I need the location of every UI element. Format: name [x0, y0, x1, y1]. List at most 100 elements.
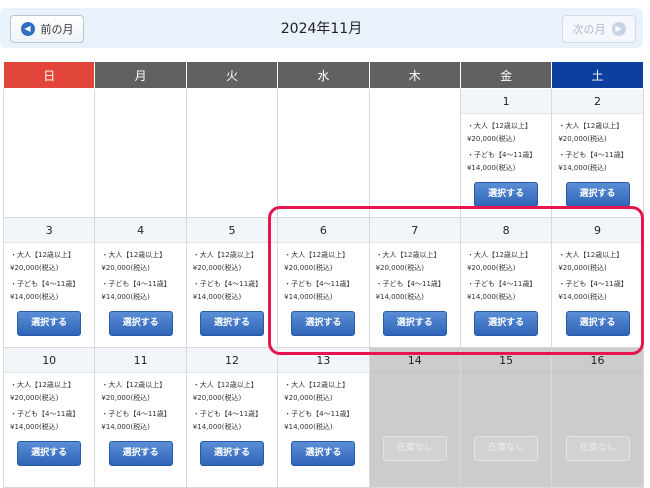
select-date-button[interactable]: 選択する: [474, 311, 539, 336]
child-price: ¥14,000(税込): [10, 423, 59, 431]
day-number: 3: [4, 218, 95, 243]
adult-price: ¥20,000(税込): [192, 264, 242, 272]
select-date-button[interactable]: 選択する: [291, 311, 356, 336]
day-number: 10: [4, 348, 95, 373]
child-price: ¥14,000(税込): [558, 293, 607, 301]
child-label: ・子ども【4～11歳】: [101, 280, 171, 288]
day-cell: 1 ・大人【12歳以上】 ¥20,000(税込) ・子ども【4～11歳】 ¥14,000…: [459, 88, 553, 218]
select-date-button[interactable]: 選択する: [565, 182, 630, 207]
adult-label: ・大人【12歳以上】: [10, 381, 75, 389]
day-cell: 6 ・大人【12歳以上】 ¥20,000(税込) ・子ども【4～11歳】 ¥14,000…: [277, 217, 370, 348]
child-price: ¥14,000(税込): [101, 293, 150, 301]
child-label: ・子ども【4～11歳】: [466, 280, 537, 288]
day-number: 13: [278, 348, 369, 373]
weekday-header-thursday: 木: [368, 61, 461, 89]
adult-price: ¥20,000(税込): [10, 394, 59, 402]
select-date-button[interactable]: 選択する: [565, 311, 630, 336]
next-month-button[interactable]: 次の月 ▶: [562, 15, 636, 43]
adult-price: ¥20,000(税込): [101, 264, 150, 272]
day-number: 14: [369, 348, 460, 373]
empty-day-cell: [368, 88, 461, 218]
select-date-button[interactable]: 選択する: [199, 311, 264, 336]
day-number: 2: [552, 89, 643, 114]
adult-label: ・大人【12歳以上】: [284, 251, 350, 259]
day-cell: 11 ・大人【12歳以上】 ¥20,000(税込) ・子ども【4～11歳】 ¥14,00…: [94, 347, 187, 488]
price-list: ・大人【12歳以上】 ¥20,000(税込) ・子ども【4～11歳】 ¥14,000(…: [552, 243, 642, 304]
child-label: ・子ども【4～11歳】: [284, 410, 354, 418]
adult-label: ・大人【12歳以上】: [466, 251, 532, 259]
child-price: ¥14,000(税込): [101, 423, 150, 431]
adult-label: ・大人【12歳以上】: [101, 251, 167, 259]
price-list: ・大人【12歳以上】 ¥20,000(税込) ・子ども【4～11歳】 ¥14,000(…: [278, 243, 368, 304]
price-list: ・大人【12歳以上】 ¥20,000(税込) ・子ども【4～11歳】 ¥14,000(…: [95, 373, 185, 434]
adult-label: ・大人【12歳以上】: [10, 251, 75, 259]
child-price: ¥14,000(税込): [466, 164, 516, 172]
day-cell: 8 ・大人【12歳以上】 ¥20,000(税込) ・子ども【4～11歳】 ¥14,000…: [459, 217, 553, 348]
day-number: 8: [460, 218, 552, 243]
day-cell: 10 ・大人【12歳以上】 ¥20,000(税込) ・子ども【4～11歳】 ¥14,00…: [2, 347, 96, 488]
day-cell: 14 在庫なし: [368, 347, 461, 488]
select-date-button[interactable]: 選択する: [199, 441, 264, 466]
day-number: 6: [278, 218, 369, 243]
select-date-button[interactable]: 選択する: [108, 311, 173, 336]
adult-label: ・大人【12歳以上】: [192, 381, 258, 389]
empty-day-cell: [2, 88, 96, 218]
select-date-button[interactable]: 選択する: [17, 311, 82, 336]
select-date-button[interactable]: 選択する: [382, 311, 447, 336]
adult-label: ・大人【12歳以上】: [558, 251, 624, 259]
price-list: ・大人【12歳以上】 ¥20,000(税込) ・子ども【4～11歳】 ¥14,000(…: [4, 373, 94, 434]
chevron-left-circle-icon: ◀: [20, 22, 35, 36]
adult-label: ・大人【12歳以上】: [284, 381, 350, 389]
select-date-button[interactable]: 選択する: [291, 441, 356, 466]
day-number: 7: [369, 218, 460, 243]
weekday-header-friday: 金: [459, 61, 553, 89]
day-cell: 16 在庫なし: [551, 347, 644, 488]
adult-price: ¥20,000(税込): [558, 135, 607, 143]
select-date-button[interactable]: 選択する: [474, 182, 539, 207]
price-list: ・大人【12歳以上】 ¥20,000(税込) ・子ども【4～11歳】 ¥14,000(…: [461, 114, 551, 175]
child-price: ¥14,000(税込): [192, 423, 242, 431]
child-label: ・子ども【4～11歳】: [192, 410, 263, 418]
next-month-label: 次の月: [572, 23, 606, 36]
child-price: ¥14,000(税込): [192, 293, 242, 301]
sold-out-button: 在庫なし: [474, 436, 539, 461]
day-cell: 3 ・大人【12歳以上】 ¥20,000(税込) ・子ども【4～11歳】 ¥14,000…: [2, 217, 96, 348]
weekday-header-row: 日 月 火 水 木 金 土: [2, 61, 644, 89]
child-label: ・子ども【4～11歳】: [558, 151, 628, 159]
day-number: 1: [460, 89, 552, 114]
day-number: 15: [460, 348, 552, 373]
child-price: ¥14,000(税込): [375, 293, 424, 301]
weekday-header-saturday: 土: [551, 61, 644, 89]
child-price: ¥14,000(税込): [558, 164, 607, 172]
child-label: ・子ども【4～11歳】: [101, 410, 171, 418]
child-label: ・子ども【4～11歳】: [375, 280, 445, 288]
adult-label: ・大人【12歳以上】: [192, 251, 258, 259]
previous-month-label: 前の月: [40, 23, 74, 36]
month-navigation-bar: 2024年11月 ◀ 前の月 次の月 ▶: [0, 8, 643, 48]
price-list: ・大人【12歳以上】 ¥20,000(税込) ・子ども【4～11歳】 ¥14,000(…: [370, 243, 460, 304]
adult-price: ¥20,000(税込): [375, 264, 424, 272]
calendar-week-row: 1 ・大人【12歳以上】 ¥20,000(税込) ・子ども【4～11歳】 ¥14,000…: [2, 88, 644, 218]
child-price: ¥14,000(税込): [284, 293, 333, 301]
day-number: 4: [95, 218, 186, 243]
adult-price: ¥20,000(税込): [101, 394, 150, 402]
adult-label: ・大人【12歳以上】: [558, 122, 624, 130]
month-title: 2024年11月: [280, 21, 363, 37]
select-date-button[interactable]: 選択する: [17, 441, 82, 466]
previous-month-button[interactable]: ◀ 前の月: [10, 15, 84, 43]
price-list: ・大人【12歳以上】 ¥20,000(税込) ・子ども【4～11歳】 ¥14,000(…: [278, 373, 368, 434]
adult-price: ¥20,000(税込): [558, 264, 607, 272]
weekday-header-sunday: 日: [2, 61, 96, 89]
calendar-week-row: 3 ・大人【12歳以上】 ¥20,000(税込) ・子ども【4～11歳】 ¥14,000…: [2, 217, 644, 348]
chevron-right-circle-icon: ▶: [611, 22, 626, 36]
calendar-grid: 日 月 火 水 木 金 土 1 ・大人【12歳以上】 ¥20,000(税込) ・子ども…: [2, 61, 644, 488]
day-cell: 7 ・大人【12歳以上】 ¥20,000(税込) ・子ども【4～11歳】 ¥14,000…: [368, 217, 461, 348]
adult-price: ¥20,000(税込): [192, 394, 242, 402]
adult-price: ¥20,000(税込): [466, 135, 516, 143]
day-number: 9: [552, 218, 643, 243]
child-price: ¥14,000(税込): [284, 423, 333, 431]
select-date-button[interactable]: 選択する: [108, 441, 173, 466]
sold-out-button: 在庫なし: [382, 436, 447, 461]
weekday-header-tuesday: 火: [185, 61, 279, 89]
price-list: ・大人【12歳以上】 ¥20,000(税込) ・子ども【4～11歳】 ¥14,000(…: [552, 114, 642, 175]
